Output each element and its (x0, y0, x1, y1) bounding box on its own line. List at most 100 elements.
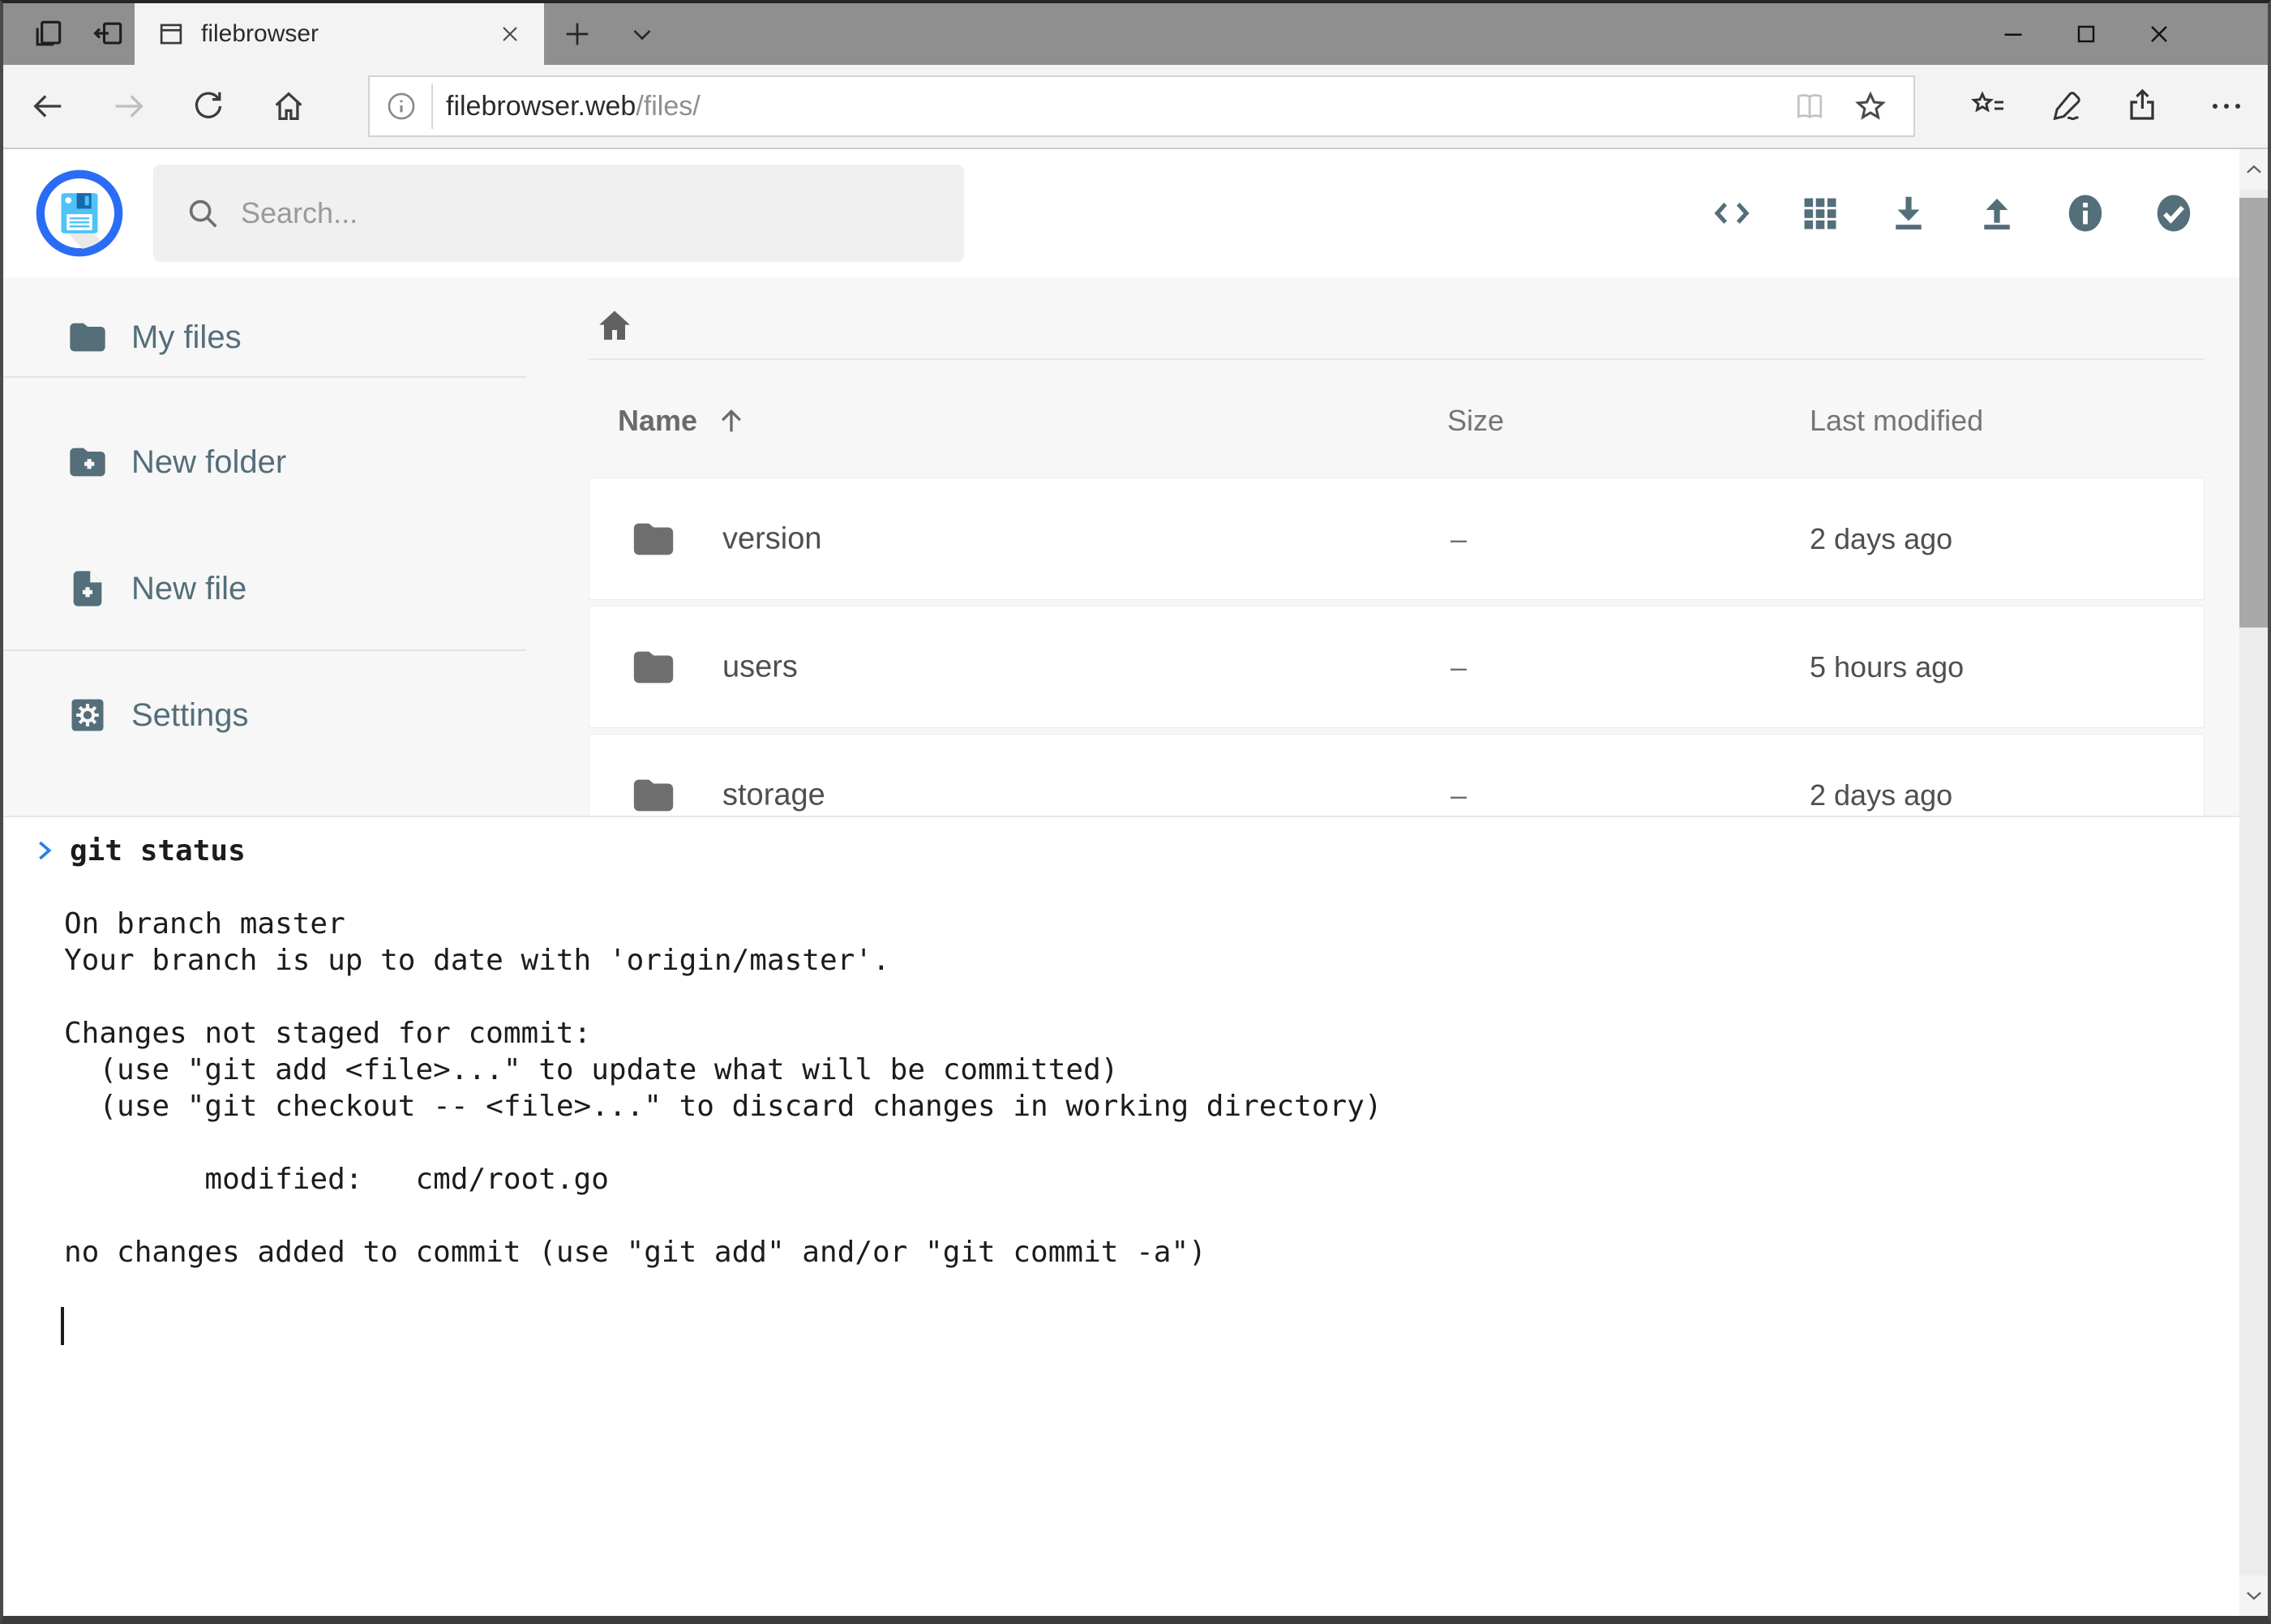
column-header-name[interactable]: Name (618, 404, 748, 438)
scroll-up-button[interactable] (2239, 149, 2268, 190)
sidebar-item-settings[interactable]: Settings (3, 689, 526, 741)
row-size: – (1450, 778, 1467, 812)
upload-button[interactable] (1975, 191, 2019, 235)
column-header-modified[interactable]: Last modified (1810, 404, 1983, 438)
url-separator (431, 84, 433, 129)
terminal-panel[interactable]: git status On branch master Your branch … (3, 816, 2239, 1616)
address-bar[interactable]: filebrowser.web/files/ (368, 75, 1915, 137)
settings-gear-icon (66, 694, 109, 736)
terminal-output: On branch master Your branch is up to da… (64, 869, 2223, 1307)
browser-tab[interactable]: filebrowser (135, 3, 544, 65)
site-info-icon[interactable] (384, 89, 418, 123)
grid-view-button[interactable] (1798, 191, 1842, 235)
new-file-icon (66, 568, 109, 610)
terminal-line: no changes added to commit (use "git add… (64, 1234, 2223, 1270)
refresh-icon (190, 88, 227, 125)
download-button[interactable] (1887, 191, 1930, 235)
row-name: version (722, 521, 822, 556)
refresh-button[interactable] (174, 71, 243, 141)
folder-icon (630, 772, 677, 819)
folder-icon (630, 516, 677, 563)
share-button[interactable] (2109, 71, 2179, 141)
close-icon (2145, 19, 2174, 49)
home-button[interactable] (254, 71, 324, 141)
tab-close-icon[interactable] (497, 21, 523, 47)
listing-header: Name Size Last modified (589, 404, 2205, 444)
row-modified: 5 hours ago (1810, 650, 1964, 684)
row-modified: 2 days ago (1810, 522, 1952, 556)
breadcrumb-home-icon[interactable] (595, 306, 634, 345)
folder-icon (66, 316, 109, 358)
back-icon (29, 88, 66, 125)
scrollbar-thumb[interactable] (2239, 198, 2268, 628)
maximize-icon (2072, 19, 2101, 49)
terminal-line: (use "git add <file>..." to update what … (64, 1052, 2223, 1088)
filebrowser-logo (36, 169, 123, 257)
scroll-down-button[interactable] (2239, 1575, 2268, 1616)
sidebar-item-label: New file (131, 571, 246, 607)
chevron-down-icon (627, 19, 658, 49)
tab-preview-button[interactable] (19, 3, 76, 65)
maximize-button[interactable] (2050, 3, 2123, 65)
raw-code-button[interactable] (1710, 191, 1754, 235)
folder-icon (630, 644, 677, 691)
sidebar-divider (3, 649, 526, 651)
sidebar-item-label: My files (131, 319, 242, 356)
set-tabs-aside-button[interactable] (80, 3, 137, 65)
hub-icon (1969, 87, 2008, 126)
url-path: /files/ (636, 91, 700, 122)
reading-view-icon[interactable] (1792, 88, 1828, 124)
column-header-size[interactable]: Size (1447, 404, 1504, 438)
share-icon (2124, 87, 2163, 126)
sidebar-item-label: Settings (131, 697, 249, 734)
add-favorite-star-icon[interactable] (1852, 88, 1889, 125)
tab-title: filebrowser (201, 20, 487, 48)
terminal-line: Changes not staged for commit: (64, 1015, 2223, 1052)
more-dots-icon (2207, 87, 2246, 126)
sidebar-item-label: New folder (131, 444, 286, 481)
page-scrollbar[interactable] (2239, 149, 2268, 1616)
row-modified: 2 days ago (1810, 778, 1952, 812)
home-icon (270, 88, 307, 125)
sidebar-item-new-folder[interactable]: New folder (3, 436, 526, 488)
info-button[interactable] (2063, 191, 2107, 235)
terminal-line: Your branch is up to date with 'origin/m… (64, 942, 2223, 979)
forward-button[interactable] (94, 71, 164, 141)
terminal-line: (use "git checkout -- <file>..." to disc… (64, 1088, 2223, 1125)
select-multiple-button[interactable] (2152, 191, 2196, 235)
terminal-line (64, 1125, 2223, 1161)
browser-toolbar: filebrowser.web/files/ (3, 65, 2268, 149)
search-input[interactable] (241, 196, 964, 230)
search-bar[interactable] (153, 165, 964, 262)
sidebar-item-my-files[interactable]: My files (3, 311, 526, 363)
url-host: filebrowser.web (446, 91, 636, 122)
titlebar: filebrowser (3, 3, 2268, 65)
minimize-button[interactable] (1977, 3, 2050, 65)
app-header (3, 149, 2239, 277)
column-label: Name (618, 404, 697, 438)
row-size: – (1450, 650, 1467, 684)
minimize-icon (1999, 19, 2028, 49)
tab-favicon (156, 19, 186, 49)
browser-window: filebrowser (0, 0, 2271, 1624)
more-menu-button[interactable] (2192, 71, 2261, 141)
sidebar-item-new-file[interactable]: New file (3, 563, 526, 615)
terminal-cursor (61, 1307, 64, 1345)
new-folder-icon (66, 441, 109, 483)
file-row-users[interactable]: users – 5 hours ago (589, 606, 2205, 728)
pen-icon (2046, 87, 2085, 126)
file-row-version[interactable]: version – 2 days ago (589, 478, 2205, 600)
terminal-line: modified: cmd/root.go (64, 1161, 2223, 1198)
favorites-hub-button[interactable] (1954, 71, 2024, 141)
annotate-button[interactable] (2031, 71, 2101, 141)
close-window-button[interactable] (2123, 3, 2196, 65)
terminal-line (64, 979, 2223, 1015)
back-button[interactable] (13, 71, 83, 141)
terminal-line (64, 1198, 2223, 1234)
tab-list-button[interactable] (616, 3, 668, 65)
new-tab-button[interactable] (551, 3, 603, 65)
prompt-chevron-icon (31, 835, 58, 866)
header-actions (1710, 149, 2196, 277)
forward-icon (110, 88, 148, 125)
set-tabs-aside-icon (91, 16, 126, 52)
